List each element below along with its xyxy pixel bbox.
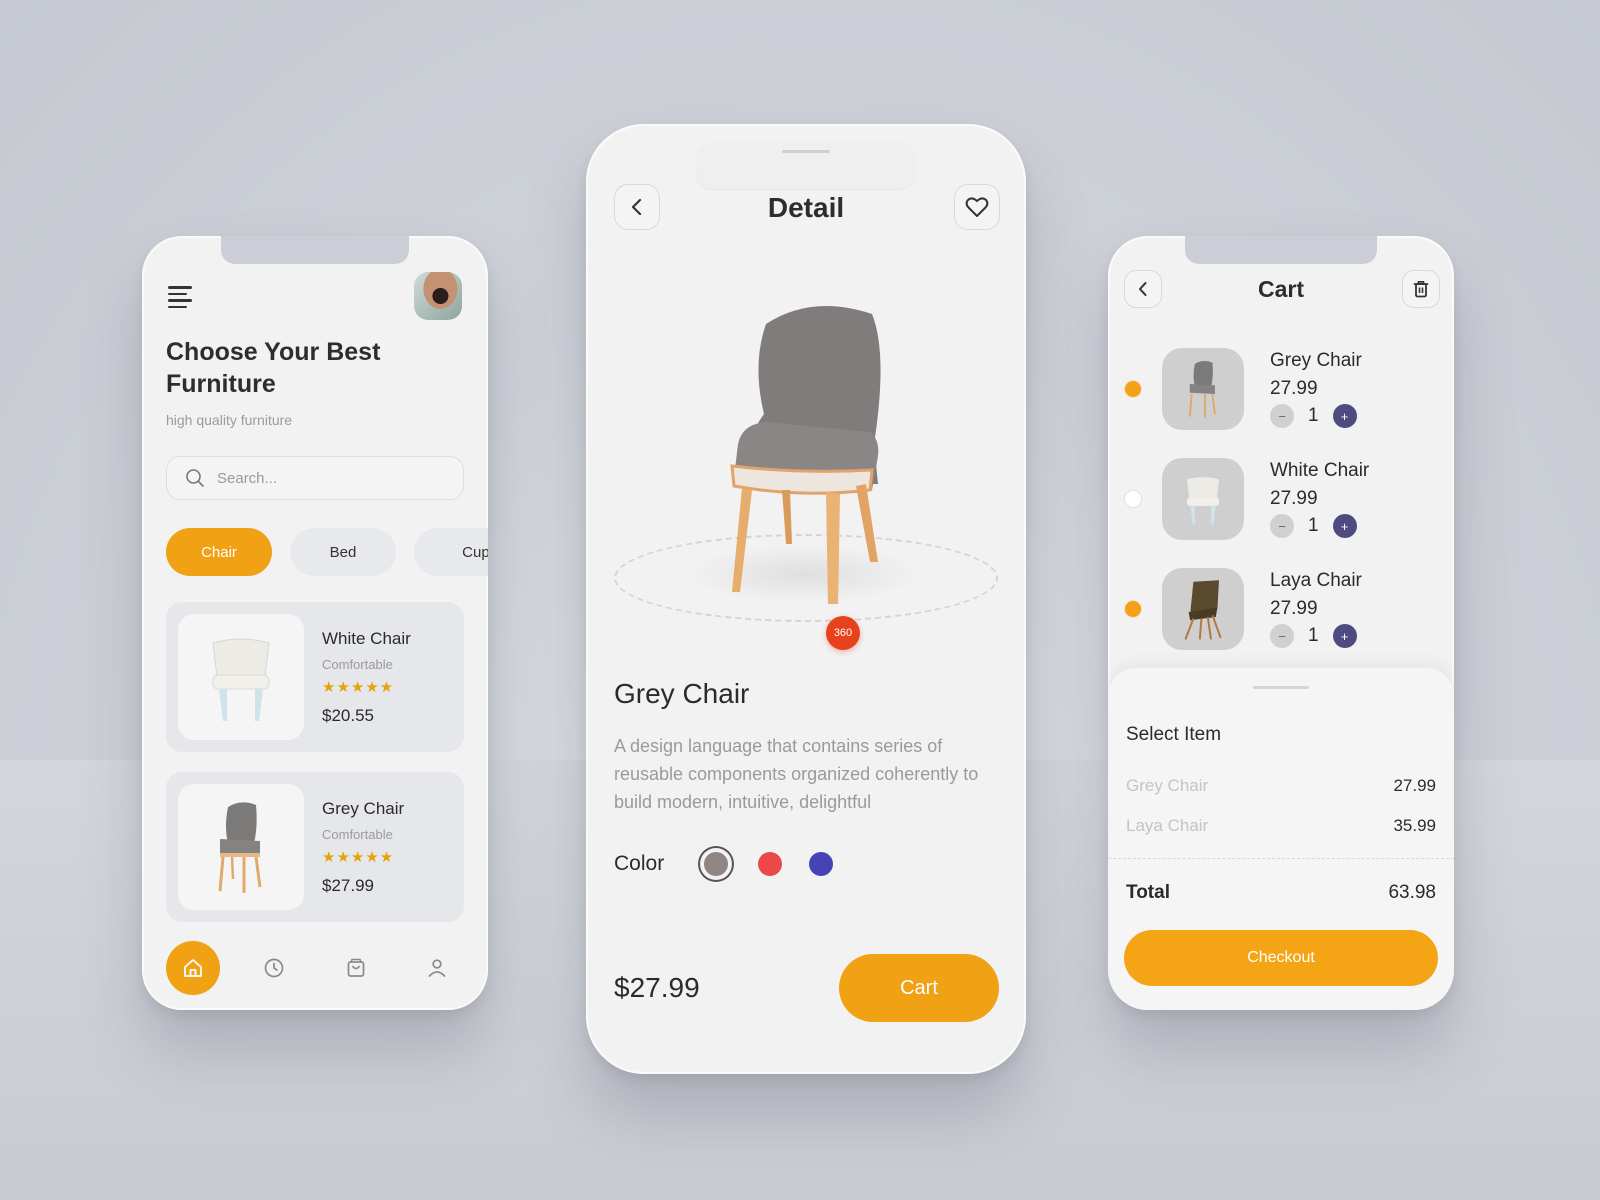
home-icon bbox=[184, 959, 202, 977]
order-summary-sheet: Select Item Grey Chair 27.99 Laya Chair … bbox=[1108, 668, 1454, 1010]
bag-icon bbox=[347, 958, 365, 977]
nav-home[interactable] bbox=[166, 941, 220, 995]
add-to-cart-button[interactable]: Cart bbox=[839, 954, 999, 1022]
product-name: Grey Chair bbox=[322, 798, 405, 818]
total-row: Total 63.98 bbox=[1126, 882, 1436, 904]
product-price: $20.55 bbox=[322, 705, 374, 725]
delete-button[interactable] bbox=[1402, 270, 1440, 308]
divider bbox=[1108, 858, 1454, 859]
summary-row: Laya Chair 35.99 bbox=[1126, 816, 1436, 836]
cart-item: Grey Chair 27.99 − 1 + bbox=[1108, 348, 1454, 432]
summary-title: Select Item bbox=[1126, 724, 1222, 745]
category-tab-cupboard[interactable]: Cupb bbox=[414, 528, 488, 576]
clock-icon bbox=[264, 958, 284, 978]
user-icon bbox=[428, 959, 446, 977]
color-swatch-blue[interactable] bbox=[809, 852, 834, 876]
cart-item-image bbox=[1162, 458, 1244, 540]
cart-item-image bbox=[1162, 348, 1244, 430]
increase-button[interactable]: + bbox=[1332, 624, 1357, 648]
search-field[interactable] bbox=[166, 456, 464, 500]
category-tab-chair[interactable]: Chair bbox=[166, 528, 272, 576]
menu-icon[interactable] bbox=[168, 286, 192, 308]
category-tab-bed[interactable]: Bed bbox=[290, 528, 396, 576]
nav-history[interactable] bbox=[247, 941, 301, 995]
favorite-button[interactable] bbox=[954, 184, 1000, 230]
increase-button[interactable]: + bbox=[1332, 514, 1357, 538]
increase-button[interactable]: + bbox=[1332, 404, 1357, 428]
product-card[interactable]: White Chair Comfortable ★★★★★ $20.55 bbox=[166, 602, 464, 752]
product-tag: Comfortable bbox=[322, 656, 393, 672]
color-picker: Color bbox=[614, 852, 860, 876]
product-name: Grey Chair bbox=[614, 678, 750, 709]
cart-item-name: White Chair bbox=[1270, 460, 1370, 481]
search-input[interactable] bbox=[217, 469, 437, 487]
phone-notch bbox=[1185, 236, 1377, 264]
quantity-stepper: − 1 + bbox=[1270, 514, 1357, 538]
summary-row-value: 35.99 bbox=[1393, 816, 1436, 835]
product-card[interactable]: Grey Chair Comfortable ★★★★★ $27.99 bbox=[166, 772, 464, 922]
product-name: White Chair bbox=[322, 628, 411, 648]
page-subtitle: high quality furniture bbox=[166, 412, 293, 428]
cart-item-name: Grey Chair bbox=[1270, 350, 1362, 371]
color-swatch-red[interactable] bbox=[758, 852, 783, 876]
bottom-nav bbox=[166, 940, 464, 996]
cart-item: White Chair 27.99 − 1 + bbox=[1108, 458, 1454, 542]
checkout-button[interactable]: Checkout bbox=[1124, 930, 1438, 986]
detail-screen-phone: Detail 360 Grey Chair A design language … bbox=[586, 124, 1026, 1074]
cart-item-name: Laya Chair bbox=[1270, 570, 1362, 591]
product-description: A design language that contains series o… bbox=[614, 736, 979, 812]
product-image-grey-chair bbox=[178, 784, 304, 910]
cart-item-image bbox=[1162, 568, 1244, 650]
phone-speaker bbox=[782, 150, 830, 153]
decrease-button[interactable]: − bbox=[1270, 404, 1294, 428]
product-image-white-chair bbox=[178, 614, 304, 740]
trash-icon bbox=[1413, 281, 1429, 298]
total-value: 63.98 bbox=[1388, 882, 1436, 903]
summary-row: Grey Chair 27.99 bbox=[1126, 776, 1436, 796]
select-radio[interactable] bbox=[1124, 600, 1142, 618]
category-tabs: Chair Bed Cupb bbox=[166, 528, 488, 576]
cart-item-price: 27.99 bbox=[1270, 378, 1318, 399]
quantity-stepper: − 1 + bbox=[1270, 624, 1357, 648]
phone-notch bbox=[221, 236, 409, 264]
nav-profile[interactable] bbox=[410, 941, 464, 995]
quantity-value: 1 bbox=[1308, 405, 1319, 426]
cart-item-price: 27.99 bbox=[1270, 488, 1318, 509]
cart-item-price: 27.99 bbox=[1270, 598, 1318, 619]
home-screen-phone: Choose Your Best Furniture high quality … bbox=[142, 236, 488, 1010]
quantity-value: 1 bbox=[1308, 625, 1319, 646]
rating-stars: ★★★★★ bbox=[322, 848, 395, 866]
color-label: Color bbox=[614, 852, 665, 875]
search-icon bbox=[186, 469, 204, 487]
cart-item: Laya Chair 27.99 − 1 + bbox=[1108, 568, 1454, 652]
color-swatch-grey[interactable] bbox=[704, 852, 729, 876]
page-title: Choose Your Best Furniture bbox=[166, 338, 381, 398]
decrease-button[interactable]: − bbox=[1270, 624, 1294, 648]
product-price: $27.99 bbox=[614, 972, 700, 1003]
product-tag: Comfortable bbox=[322, 826, 393, 842]
quantity-value: 1 bbox=[1308, 515, 1319, 536]
heart-icon bbox=[965, 197, 989, 217]
summary-row-label: Grey Chair bbox=[1126, 776, 1209, 795]
avatar[interactable] bbox=[414, 272, 462, 320]
select-radio[interactable] bbox=[1124, 490, 1142, 508]
rating-stars: ★★★★★ bbox=[322, 678, 395, 696]
product-3d-viewer[interactable]: 360 bbox=[614, 294, 998, 650]
product-image-grey-chair bbox=[730, 306, 881, 604]
summary-row-value: 27.99 bbox=[1393, 776, 1436, 795]
sheet-drag-handle[interactable] bbox=[1253, 686, 1309, 689]
summary-row-label: Laya Chair bbox=[1126, 816, 1209, 835]
nav-shop[interactable] bbox=[329, 941, 383, 995]
select-radio[interactable] bbox=[1124, 380, 1142, 398]
product-price: $27.99 bbox=[322, 875, 374, 895]
cart-screen-phone: Cart Grey Chair 27.99 − 1 + White Chair … bbox=[1108, 236, 1454, 1010]
quantity-stepper: − 1 + bbox=[1270, 404, 1357, 428]
decrease-button[interactable]: − bbox=[1270, 514, 1294, 538]
total-label: Total bbox=[1126, 882, 1170, 903]
rotate-360-badge[interactable]: 360 bbox=[826, 616, 860, 650]
